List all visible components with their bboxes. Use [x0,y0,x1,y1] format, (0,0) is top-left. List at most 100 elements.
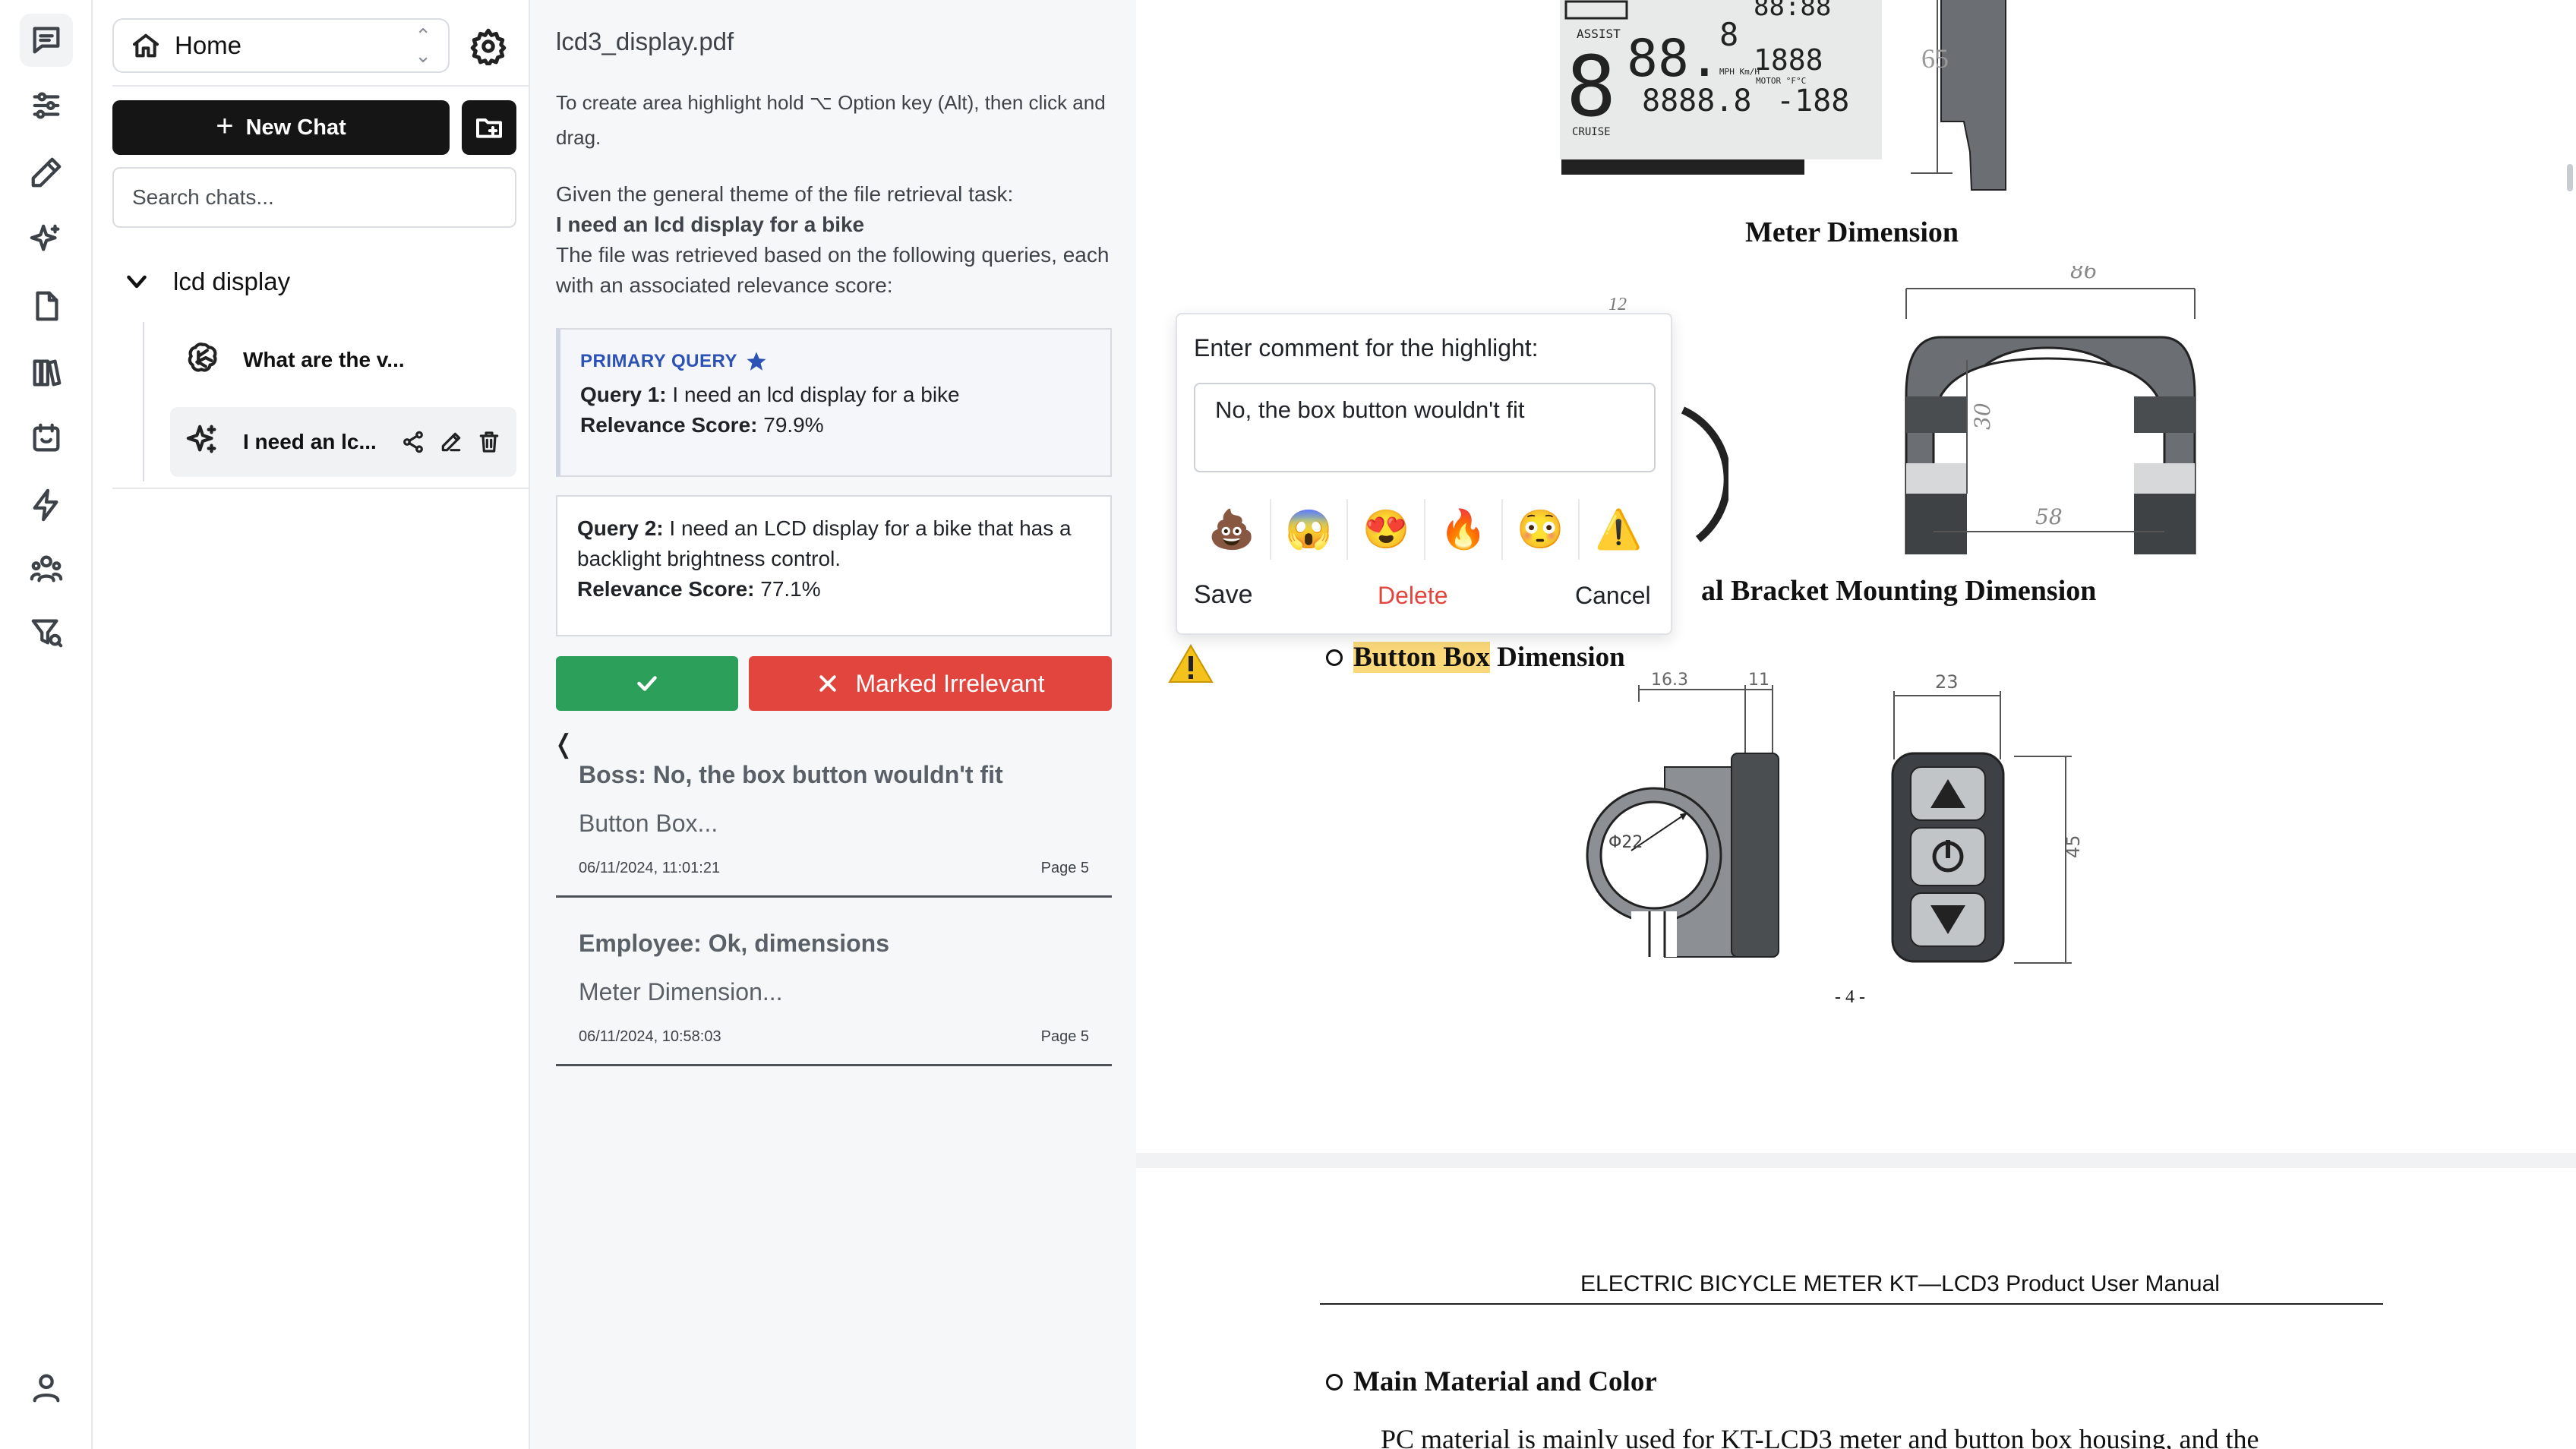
delete-button[interactable]: Delete [1378,582,1448,610]
svg-text:MPH Km/H: MPH Km/H [1719,67,1760,77]
chat-item-selected[interactable]: I need an lc... [170,407,516,477]
dim-label-meter-side: 65 [1921,43,1949,74]
workspace-label: Home [175,31,242,59]
mark-relevant-button[interactable] [556,656,738,711]
highlight-date: 06/11/2024, 11:01:21 [579,860,721,876]
manual-header: ELECTRIC BICYCLE METER KT—LCD3 Product U… [1580,1271,2220,1296]
query-text: Query 1: I need an lcd display for a bik… [580,383,960,406]
relevance-score: Relevance Score: 79.9% [580,413,824,437]
fire-emoji-icon[interactable]: 🔥 [1425,499,1503,560]
automation-nav-button[interactable] [20,478,73,532]
chat-bubble-icon [33,27,60,54]
highlight-list-item[interactable]: Employee: Ok, dimensions Meter Dimension… [556,899,1112,1066]
highlight-title: Boss: No, the box button wouldn't fit [579,761,1003,788]
primary-query-card: PRIMARY QUERY Query 1: I need an lcd dis… [556,328,1112,477]
bracket-drawing: 86 30 58 [1905,266,2196,554]
scream-emoji-icon[interactable]: 😱 [1271,499,1349,560]
gear-icon [470,28,507,65]
theme-intro: Given the general theme of the file retr… [556,182,1014,206]
page-number: - 4 - [1835,987,1865,1007]
tree-line [143,322,144,481]
relevance-score: Relevance Score: 77.1% [577,577,821,601]
chat-nav-button[interactable] [20,14,73,67]
check-icon [637,676,657,691]
mark-irrelevant-label: Marked Irrelevant [855,669,1045,697]
svg-text:45: 45 [2063,835,2084,858]
team-nav-button[interactable] [20,542,73,595]
highlight-comment-popup: Enter comment for the highlight: No, the… [1176,313,1672,635]
warning-annotation-icon[interactable] [1166,642,1215,689]
page-separator [1136,1153,2576,1168]
highlight-snippet: Meter Dimension... [579,978,783,1005]
chevron-up-down-icon: ⌃ ⌄ [415,24,431,67]
chat-item[interactable]: What are the v... [170,325,516,395]
svg-text:CRUISE: CRUISE [1572,126,1611,138]
material-paragraph: PC material is mainly used for KT-LCD3 m… [1381,1424,2259,1449]
edit-nav-button[interactable] [20,146,73,199]
home-icon [133,33,159,58]
save-button[interactable]: Save [1194,580,1253,610]
button-box-side-drawing: 16.3 11 Φ22 [1586,671,1779,958]
workspace-select[interactable]: Home ⌃ ⌄ [112,18,450,73]
filters-nav-button[interactable] [20,79,73,132]
chevron-down-icon [127,275,147,289]
plus-icon: + [216,109,234,143]
folder-label: lcd display [173,267,291,295]
sparkles-icon [30,224,60,251]
edit-icon[interactable] [439,430,463,454]
mark-irrelevant-button[interactable]: Marked Irrelevant [749,656,1112,711]
new-folder-button[interactable] [462,100,516,155]
chat-item-label: I need an lc... [243,430,377,453]
header-rule [1320,1303,2383,1305]
star-icon [747,352,766,371]
new-chat-button[interactable]: + New Chat [112,100,450,155]
highlight-page: Page 5 [1040,1028,1089,1045]
folder-plus-icon [476,118,502,138]
calendar-nav-button[interactable] [20,412,73,465]
search-chats-input[interactable] [112,167,516,228]
svg-text:88.: 88. [1627,29,1720,89]
heart-eyes-emoji-icon[interactable]: 😍 [1348,499,1426,560]
close-icon [819,675,836,692]
svg-text:11: 11 [1748,671,1769,690]
poop-emoji-icon[interactable]: 💩 [1194,499,1271,560]
flushed-emoji-icon[interactable]: 😳 [1503,499,1580,560]
highlight-list-item[interactable]: Boss: No, the box button wouldn't fit Bu… [556,731,1112,898]
settings-button[interactable] [465,23,512,70]
filter-search-icon [31,619,63,648]
pdf-viewer[interactable]: ASSIST 8 CRUISE 88. 1888 88:88 8 MPH Km/… [1136,0,2576,1449]
user-icon [33,1374,60,1403]
highlight-snippet: Button Box... [579,810,718,837]
svg-text:8888.8: 8888.8 [1642,84,1752,118]
sparkles-icon [185,422,220,462]
file-name: lcd3_display.pdf [556,27,734,55]
trash-icon[interactable] [477,430,501,454]
scrollbar-thumb[interactable] [2567,164,2573,191]
file-details-panel: lcd3_display.pdf To create area highligh… [530,0,1136,1449]
query-text: Query 2: I need an LCD display for a bik… [577,516,1072,570]
warning-emoji-icon[interactable]: ⚠️ [1580,499,1657,560]
theme-block: Given the general theme of the file retr… [556,179,1118,301]
meter-dimension-caption: Meter Dimension [1745,216,1959,248]
chat-actions [401,430,501,454]
share-icon[interactable] [401,430,425,454]
cancel-button[interactable]: Cancel [1575,582,1651,610]
highlight-hint: To create area highlight hold ⌥ Option k… [556,91,1106,149]
filter-search-nav-button[interactable] [20,606,73,659]
folder-lcd-display[interactable]: lcd display [123,261,290,302]
svg-text:-188: -188 [1776,84,1849,118]
svg-text:88:88: 88:88 [1754,0,1831,22]
button-box-front-drawing: 23 45 [1891,671,2084,964]
comment-input[interactable]: No, the box button wouldn't fit [1194,383,1656,472]
ai-nav-button[interactable] [20,213,73,266]
text-highlight[interactable]: Button Box [1353,642,1490,673]
books-icon [33,359,62,387]
svg-text:1888: 1888 [1754,43,1823,77]
dim-line [1911,0,1953,174]
users-icon [30,555,63,582]
button-box-heading: Button Box Dimension [1326,641,1625,674]
documents-nav-button[interactable] [20,279,73,333]
library-nav-button[interactable] [20,346,73,399]
profile-nav-button[interactable] [20,1361,73,1414]
icon-rail [0,0,93,1449]
